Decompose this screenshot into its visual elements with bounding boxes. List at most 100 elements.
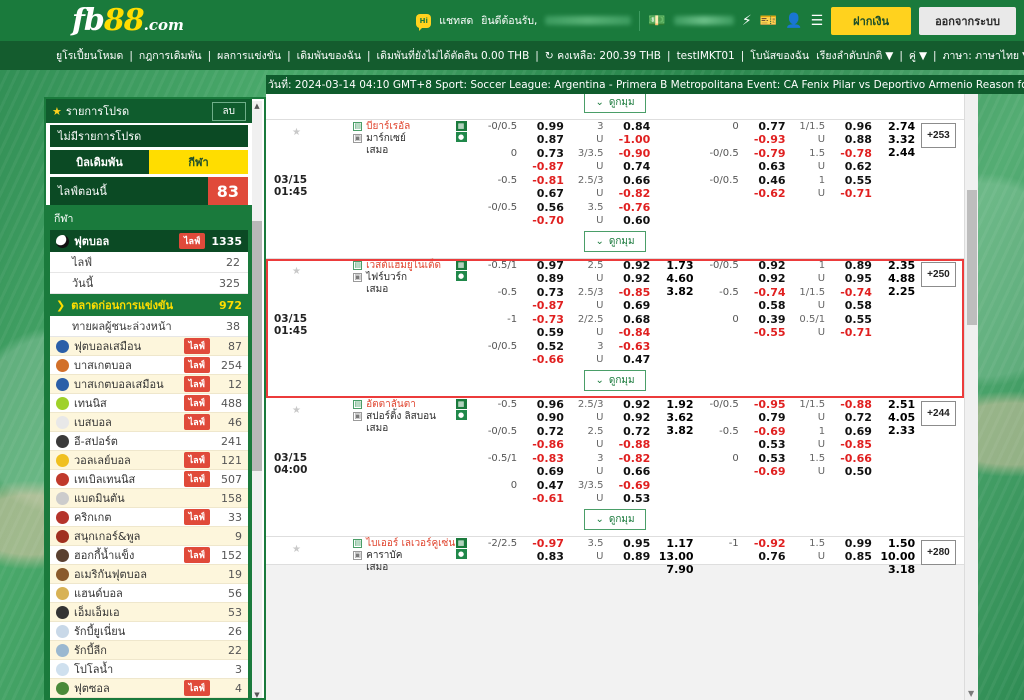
ou-odds-2[interactable]: -0.78 0.62 [829,147,878,173]
ou-odds-2[interactable]: 0.99 0.85 [829,537,878,563]
odd-top[interactable]: 0.56 [521,201,564,214]
match-event-row[interactable]: ★ ▤ ไบเออร์ เลเวอร์คูเซ่น ▣ คาราบัค เสมอ ▦ ● -2/… [266,537,964,576]
odd-bottom[interactable]: 0.58 [743,299,785,312]
ou-odds-2[interactable]: 0.55 -0.71 [829,174,878,200]
moneyline-odds[interactable] [656,174,699,187]
nav-betting-rules[interactable]: กฎการเดิมพัน [139,47,202,64]
odd-bottom[interactable]: -0.87 [521,299,564,312]
ou-odds-2[interactable]: 0.89 0.95 [829,259,878,285]
handicap-odds[interactable]: 0.97 0.89 [521,259,570,285]
moneyline-odd[interactable]: 1.17 [656,537,693,550]
odd-top[interactable]: 0.92 [607,398,650,411]
odd-bottom[interactable] [829,353,872,366]
away-stat-icon[interactable]: ▣ [353,133,363,143]
handicap-odds-2[interactable]: 0.39 -0.55 [743,313,792,339]
moneyline-odds-2[interactable] [878,286,921,299]
odd-top[interactable]: -0.74 [743,286,786,299]
odd-bottom[interactable]: 0.69 [607,299,650,312]
sidebar-item-sport[interactable]: ฟุตบอลเสมือน ไลฟ์ 87 [50,337,248,356]
odd-top[interactable]: 0.68 [607,313,650,326]
ou-odds-2[interactable]: 0.55 -0.71 [829,313,878,339]
ou-odds[interactable]: 0.92 0.92 [607,398,656,424]
moneyline-odd[interactable]: 13.00 [656,550,694,563]
sidebar-item-sport[interactable]: ฟุตซอล ไลฟ์ 4 [50,679,248,698]
sidebar-item-sport[interactable]: เทนนิส ไลฟ์ 488 [50,394,248,413]
more-markets-button[interactable]: +244 [921,401,956,426]
list-icon[interactable]: ☰ [811,14,824,28]
odd-top[interactable]: 0.89 [829,259,872,272]
odd-bottom[interactable]: 0.88 [829,133,872,146]
away-stat-icon[interactable]: ▣ [353,411,363,421]
odd-top[interactable]: 0.92 [607,259,650,272]
ou-odds-2[interactable]: -0.74 0.58 [829,286,878,312]
moneyline-odd[interactable]: 2.35 [878,259,915,272]
odd-bottom[interactable]: 0.83 [521,550,564,563]
odd-bottom[interactable]: -0.82 [607,187,651,200]
handicap-odds[interactable]: 0.47 -0.61 [521,479,570,505]
moneyline-odd[interactable]: 1.50 [878,537,915,550]
handicap-odds-2[interactable]: -0.74 0.58 [743,286,792,312]
handicap-odds-2[interactable]: 0.46 -0.62 [743,174,792,200]
odd-top[interactable]: -0.85 [607,286,651,299]
ou-odds-2[interactable]: -0.66 0.50 [829,452,878,478]
odd-top[interactable]: 0.46 [743,174,785,187]
logout-button[interactable]: ออกจากระบบ [919,6,1016,35]
draw-label[interactable]: เสมอ [353,143,388,158]
voucher-icon[interactable]: 🎫 [760,14,777,28]
ou-odds[interactable]: 0.66 -0.82 [607,174,656,200]
chevron-down-icon[interactable]: ▼ [885,50,893,62]
odd-bottom[interactable]: 0.72 [829,411,872,424]
odd-top[interactable]: 0.77 [743,120,785,133]
tab-bet-slip[interactable]: บิลเดิมพัน [50,150,149,174]
odd-top[interactable]: -0.76 [607,201,651,214]
stats-icon[interactable]: ▦ [455,121,467,131]
sidebar-item-sport[interactable]: วอลเลย์บอล ไลฟ์ 121 [50,451,248,470]
odd-bottom[interactable]: -0.86 [521,438,564,451]
sidebar-item-sport[interactable]: เบสบอล ไลฟ์ 46 [50,413,248,432]
odd-top[interactable]: -0.83 [521,452,564,465]
odd-top[interactable]: -0.63 [607,340,651,353]
odd-top[interactable]: 0.39 [743,313,785,326]
market-icons[interactable]: ▦ ● [455,398,478,420]
moneyline-odd[interactable]: 3.32 [878,133,915,146]
odd-bottom[interactable]: 0.58 [829,299,872,312]
favorite-star-icon[interactable]: ★ [292,405,301,416]
sidebar-item-sport[interactable]: เทเบิลเทนนิส ไลฟ์ 507 [50,470,248,489]
odd-top[interactable]: 0.99 [521,120,564,133]
odd-bottom[interactable]: 0.53 [743,438,785,451]
sidebar-scroll-thumb[interactable] [252,221,262,471]
odd-bottom[interactable]: 0.69 [521,465,564,478]
odd-top[interactable]: 0.47 [521,479,564,492]
odd-bottom[interactable]: 0.89 [607,550,650,563]
odd-bottom[interactable] [743,492,786,505]
match-event-row[interactable]: ★ ▤ เวสต์แฮมยูไนเต็ด ▣ ไฟร์บวร์ก เสมอ ▦ ● -0.5/1… [266,259,964,398]
lineup-icon[interactable]: ● [455,132,467,142]
live-today-row[interactable]: ไลฟ์ตอนนี้ 83 [50,177,248,205]
away-stat-icon[interactable]: ▣ [353,272,363,282]
moneyline-odds-2[interactable] [878,479,921,492]
moneyline-odds[interactable] [656,147,699,160]
moneyline-odds-2[interactable] [878,201,921,214]
sidebar-item-sport[interactable]: คริกเกต ไลฟ์ 33 [50,508,248,527]
moneyline-odds-2[interactable] [878,340,921,353]
moneyline-odds[interactable]: 1.17 13.00 7.90 [656,537,699,576]
sidebar-item-sport[interactable]: แฮนด์บอล 56 [50,584,248,603]
moneyline-odd[interactable]: 1.73 [656,259,693,272]
sidebar-item-football-live[interactable]: ไลฟ์ 22 [50,252,248,273]
sidebar-item-football-today[interactable]: วันนี้ 325 [50,273,248,294]
more-markets-button[interactable]: +250 [921,262,956,287]
handicap-odds[interactable]: 0.99 0.87 [521,120,570,146]
odd-top[interactable] [743,479,786,492]
moneyline-odd[interactable]: 10.00 [878,550,915,563]
odd-top[interactable]: -0.79 [743,147,786,160]
handicap-odds-2[interactable]: -0.95 0.79 [743,398,792,424]
odd-bottom[interactable]: 0.53 [607,492,650,505]
odd-top[interactable]: 0.72 [521,425,564,438]
ou-odds-2[interactable]: 0.69 -0.85 [829,425,878,451]
refresh-icon[interactable]: ↻ [545,50,554,62]
moneyline-odds-2[interactable] [878,452,921,465]
moneyline-odds-2[interactable] [878,425,921,438]
moneyline-odds[interactable] [656,286,699,299]
handicap-odds[interactable]: -0.73 0.59 [521,313,570,339]
odd-bottom[interactable]: -0.87 [521,160,564,173]
